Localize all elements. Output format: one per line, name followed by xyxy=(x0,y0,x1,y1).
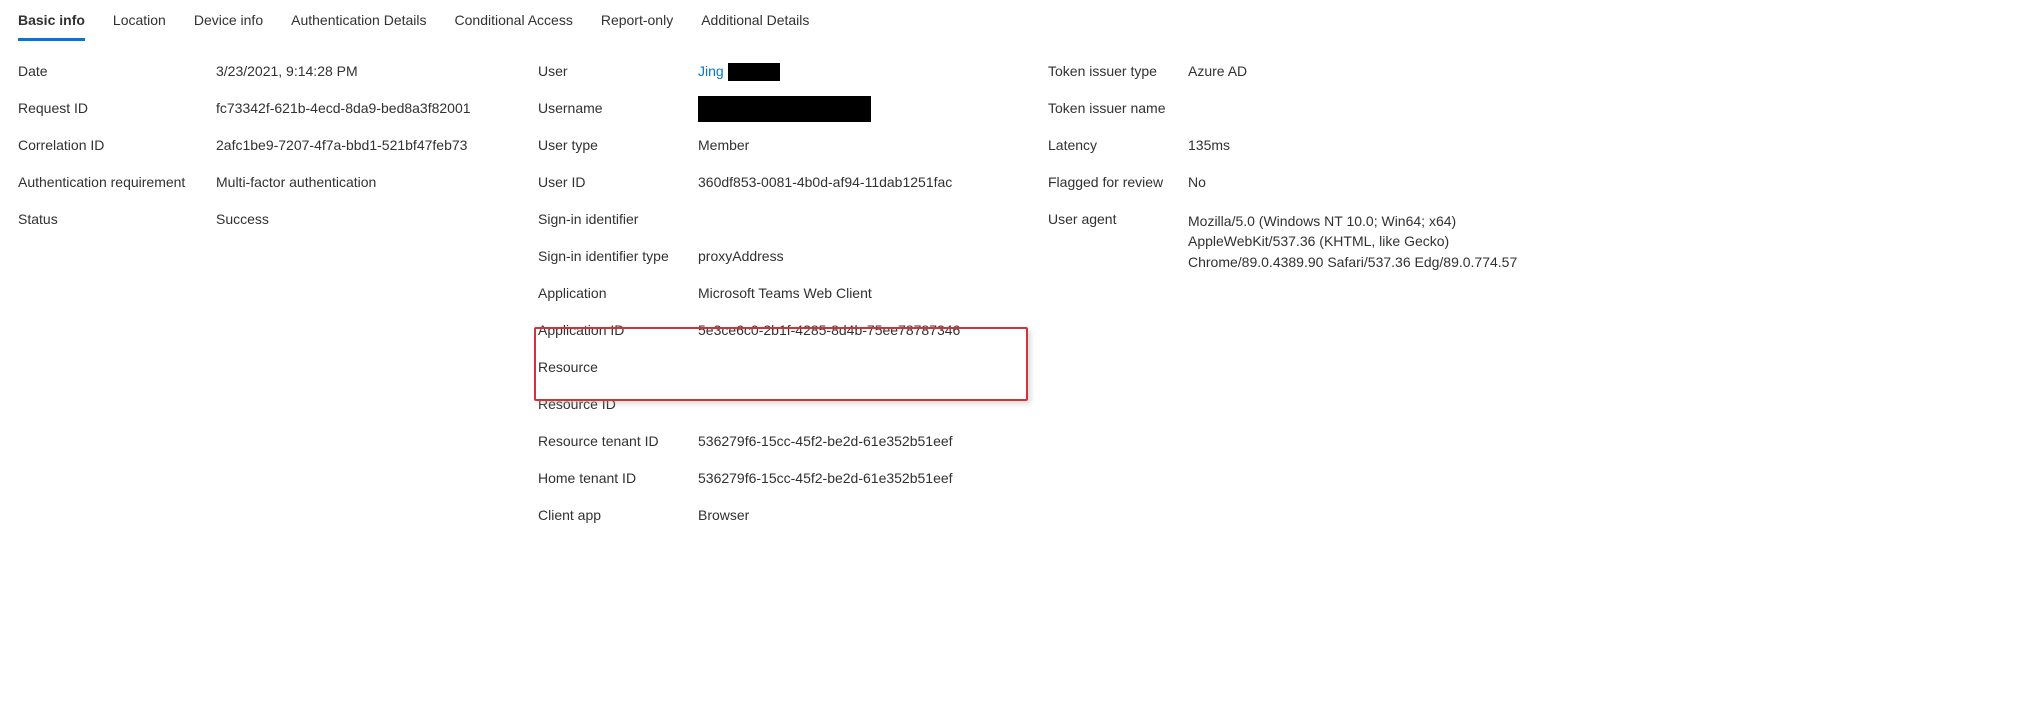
row-user: UserJing xyxy=(538,59,1048,96)
label-correlation-id: Correlation ID xyxy=(18,137,216,153)
row-token-issuer-type: Token issuer typeAzure AD xyxy=(1048,59,2026,96)
label-token-issuer-name: Token issuer name xyxy=(1048,100,1188,116)
column-middle: UserJing Username User typeMember User I… xyxy=(538,59,1048,540)
column-left: Date3/23/2021, 9:14:28 PM Request IDfc73… xyxy=(18,59,538,540)
row-correlation-id: Correlation ID2afc1be9-7207-4f7a-bbd1-52… xyxy=(18,133,538,170)
label-latency: Latency xyxy=(1048,137,1188,153)
value-signin-identifier-type: proxyAddress xyxy=(698,248,784,264)
row-application: ApplicationMicrosoft Teams Web Client xyxy=(538,281,1048,318)
row-latency: Latency135ms xyxy=(1048,133,2026,170)
row-home-tenant-id: Home tenant ID536279f6-15cc-45f2-be2d-61… xyxy=(538,466,1048,503)
value-home-tenant-id: 536279f6-15cc-45f2-be2d-61e352b51eef xyxy=(698,470,953,486)
tab-location[interactable]: Location xyxy=(113,6,166,41)
row-username: Username xyxy=(538,96,1048,133)
column-right: Token issuer typeAzure AD Token issuer n… xyxy=(1048,59,2026,540)
label-signin-identifier-type: Sign-in identifier type xyxy=(538,248,698,264)
label-application-id: Application ID xyxy=(538,322,698,338)
redacted-username xyxy=(698,96,871,122)
value-correlation-id: 2afc1be9-7207-4f7a-bbd1-521bf47feb73 xyxy=(216,137,467,153)
label-user: User xyxy=(538,63,698,79)
label-status: Status xyxy=(18,211,216,227)
tab-authentication-details[interactable]: Authentication Details xyxy=(291,6,426,41)
row-resource: Resource xyxy=(538,355,1048,392)
label-user-type: User type xyxy=(538,137,698,153)
tabs-bar: Basic info Location Device info Authenti… xyxy=(18,0,2026,41)
user-link[interactable]: Jing xyxy=(698,63,724,79)
value-username xyxy=(698,100,871,122)
label-signin-identifier: Sign-in identifier xyxy=(538,211,698,227)
value-auth-requirement: Multi-factor authentication xyxy=(216,174,376,190)
value-user-agent: Mozilla/5.0 (Windows NT 10.0; Win64; x64… xyxy=(1188,211,1558,272)
row-user-agent: User agentMozilla/5.0 (Windows NT 10.0; … xyxy=(1048,207,2026,272)
tab-report-only[interactable]: Report-only xyxy=(601,6,673,41)
label-request-id: Request ID xyxy=(18,100,216,116)
row-auth-requirement: Authentication requirementMulti-factor a… xyxy=(18,170,538,207)
tab-conditional-access[interactable]: Conditional Access xyxy=(455,6,573,41)
label-token-issuer-type: Token issuer type xyxy=(1048,63,1188,79)
value-status: Success xyxy=(216,211,269,227)
row-request-id: Request IDfc73342f-621b-4ecd-8da9-bed8a3… xyxy=(18,96,538,133)
label-home-tenant-id: Home tenant ID xyxy=(538,470,698,486)
value-flagged-for-review: No xyxy=(1188,174,1206,190)
label-application: Application xyxy=(538,285,698,301)
row-status: StatusSuccess xyxy=(18,207,538,244)
label-user-agent: User agent xyxy=(1048,211,1188,227)
row-client-app: Client appBrowser xyxy=(538,503,1048,540)
row-flagged-for-review: Flagged for reviewNo xyxy=(1048,170,2026,207)
value-user-type: Member xyxy=(698,137,749,153)
redacted-user-surname xyxy=(728,63,780,81)
label-auth-requirement: Authentication requirement xyxy=(18,174,216,190)
label-resource-tenant-id: Resource tenant ID xyxy=(538,433,698,449)
row-signin-identifier: Sign-in identifier xyxy=(538,207,1048,244)
label-user-id: User ID xyxy=(538,174,698,190)
row-date: Date3/23/2021, 9:14:28 PM xyxy=(18,59,538,96)
value-token-issuer-type: Azure AD xyxy=(1188,63,1247,79)
row-resource-id: Resource ID xyxy=(538,392,1048,429)
value-latency: 135ms xyxy=(1188,137,1230,153)
value-user: Jing xyxy=(698,63,780,81)
row-application-id: Application ID5e3ce6c0-2b1f-4285-8d4b-75… xyxy=(538,318,1048,355)
value-user-id: 360df853-0081-4b0d-af94-11dab1251fac xyxy=(698,174,952,190)
row-user-type: User typeMember xyxy=(538,133,1048,170)
value-date: 3/23/2021, 9:14:28 PM xyxy=(216,63,358,79)
value-application: Microsoft Teams Web Client xyxy=(698,285,872,301)
label-client-app: Client app xyxy=(538,507,698,523)
label-date: Date xyxy=(18,63,216,79)
tab-basic-info[interactable]: Basic info xyxy=(18,6,85,41)
details-content: Date3/23/2021, 9:14:28 PM Request IDfc73… xyxy=(18,41,2026,540)
label-username: Username xyxy=(538,100,698,116)
label-resource-id: Resource ID xyxy=(538,396,698,412)
value-application-id: 5e3ce6c0-2b1f-4285-8d4b-75ee78787346 xyxy=(698,322,960,338)
row-resource-tenant-id: Resource tenant ID536279f6-15cc-45f2-be2… xyxy=(538,429,1048,466)
row-signin-identifier-type: Sign-in identifier typeproxyAddress xyxy=(538,244,1048,281)
tab-additional-details[interactable]: Additional Details xyxy=(701,6,809,41)
row-token-issuer-name: Token issuer name xyxy=(1048,96,2026,133)
label-flagged-for-review: Flagged for review xyxy=(1048,174,1188,190)
row-user-id: User ID360df853-0081-4b0d-af94-11dab1251… xyxy=(538,170,1048,207)
value-client-app: Browser xyxy=(698,507,749,523)
value-resource-tenant-id: 536279f6-15cc-45f2-be2d-61e352b51eef xyxy=(698,433,953,449)
label-resource: Resource xyxy=(538,359,698,375)
tab-device-info[interactable]: Device info xyxy=(194,6,263,41)
value-request-id: fc73342f-621b-4ecd-8da9-bed8a3f82001 xyxy=(216,100,471,116)
